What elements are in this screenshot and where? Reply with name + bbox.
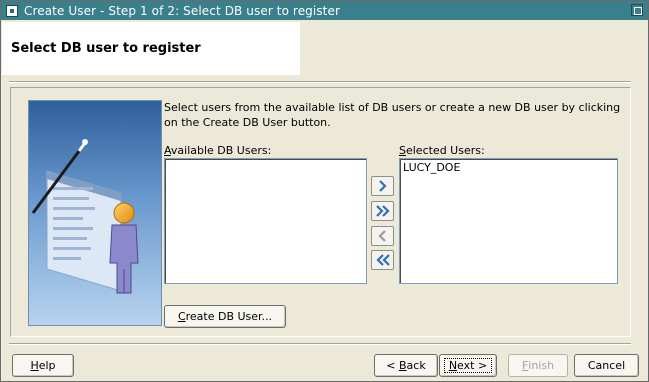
selected-label-text: elected Users: xyxy=(405,144,485,157)
available-label-text: vailable DB Users: xyxy=(170,144,272,157)
wizard-illustration-icon xyxy=(29,101,161,325)
move-left-icon xyxy=(377,230,386,242)
footer-divider xyxy=(9,343,631,345)
finish-button[interactable]: Finish xyxy=(508,354,568,377)
available-label-mnemonic: A xyxy=(164,144,171,157)
next-mnemonic: N xyxy=(448,359,458,372)
back-prefix: < xyxy=(386,359,399,372)
header-divider xyxy=(9,81,631,83)
create-user-dialog: Create User - Step 1 of 2: Select DB use… xyxy=(0,0,649,382)
back-label: ack xyxy=(406,359,426,372)
help-label: elp xyxy=(38,359,56,372)
main-panel: Select users from the available list of … xyxy=(10,87,631,337)
page-title: Select DB user to register xyxy=(11,41,201,56)
wizard-illustration xyxy=(28,100,162,326)
header-banner: Select DB user to register xyxy=(2,22,300,75)
instructions-text: Select users from the available list of … xyxy=(164,101,621,129)
move-all-right-button[interactable] xyxy=(371,201,394,221)
available-users-label: Available DB Users: xyxy=(164,144,271,157)
create-button-label: reate DB User... xyxy=(185,310,273,323)
window-menu-icon[interactable] xyxy=(6,4,18,17)
move-all-left-icon xyxy=(375,254,390,266)
move-all-left-button[interactable] xyxy=(371,250,394,270)
selected-label-mnemonic: S xyxy=(399,144,406,157)
move-selected-left-button[interactable] xyxy=(371,226,394,246)
next-label: ext > xyxy=(457,359,488,372)
move-selected-right-button[interactable] xyxy=(371,176,394,196)
selected-users-label: Selected Users: xyxy=(399,144,485,157)
available-users-list[interactable] xyxy=(164,158,367,284)
next-button[interactable]: Next > xyxy=(439,354,497,377)
window-title: Create User - Step 1 of 2: Select DB use… xyxy=(24,3,341,18)
selected-users-list[interactable]: LUCY_DOE xyxy=(399,158,618,284)
finish-label: inish xyxy=(528,359,555,372)
back-button[interactable]: < Back xyxy=(374,354,438,377)
cancel-button[interactable]: Cancel xyxy=(574,354,639,377)
next-focus-ring: Next > xyxy=(443,358,493,373)
move-all-right-icon xyxy=(375,205,390,217)
help-button[interactable]: Help xyxy=(12,354,74,377)
create-db-user-button[interactable]: Create DB User... xyxy=(164,305,286,328)
move-right-icon xyxy=(378,180,387,192)
create-button-mnemonic: C xyxy=(177,310,186,323)
list-item[interactable]: LUCY_DOE xyxy=(402,161,615,175)
maximize-icon[interactable] xyxy=(631,4,643,16)
back-mnemonic: B xyxy=(399,359,407,372)
help-mnemonic: H xyxy=(30,359,39,372)
title-bar[interactable]: Create User - Step 1 of 2: Select DB use… xyxy=(1,1,648,20)
header-filler xyxy=(300,22,631,75)
